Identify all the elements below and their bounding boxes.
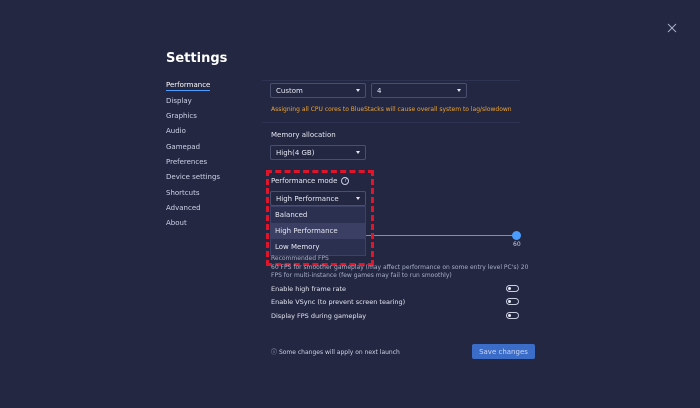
divider [262, 80, 520, 81]
display-fps-toggle[interactable] [506, 312, 519, 319]
high-frame-rate-toggle[interactable] [506, 285, 519, 292]
toggle-label-vsync: Enable VSync (to prevent screen tearing) [271, 298, 406, 306]
fps-description: 60 FPS for smoother gameplay (may affect… [271, 264, 529, 279]
cpu-cores-select[interactable]: 4 [371, 83, 467, 98]
sidebar-item-about[interactable]: About [166, 219, 187, 227]
divider [262, 122, 520, 123]
memory-label: Memory allocation [271, 131, 336, 139]
cpu-warning: Assigning all CPU cores to BlueStacks wi… [271, 106, 512, 113]
memory-value: High(4 GB) [276, 148, 315, 157]
close-button[interactable] [664, 20, 680, 36]
close-icon [667, 23, 677, 33]
recommended-fps-label: Recommended FPS [271, 255, 329, 262]
sidebar-item-preferences[interactable]: Preferences [166, 158, 207, 166]
toggle-knob [508, 300, 511, 303]
toggle-knob [508, 287, 511, 290]
fps-value: 60 [513, 241, 521, 248]
highlight-box [266, 170, 374, 266]
info-text: Some changes will apply on next launch [278, 349, 400, 356]
memory-select[interactable]: High(4 GB) [270, 145, 366, 160]
info-icon: ⓘ [271, 349, 278, 356]
fps-slider-track[interactable] [366, 235, 516, 236]
sidebar-item-display[interactable]: Display [166, 97, 192, 105]
sidebar-item-performance[interactable]: Performance [166, 81, 211, 91]
cpu-cores-value: 4 [377, 86, 382, 95]
sidebar-item-gamepad[interactable]: Gamepad [166, 143, 200, 151]
sidebar-item-graphics[interactable]: Graphics [166, 112, 197, 120]
chevron-down-icon [356, 151, 360, 154]
sidebar-item-device-settings[interactable]: Device settings [166, 173, 220, 181]
toggle-knob [508, 314, 511, 317]
info-note: ⓘ Some changes will apply on next launch [271, 347, 400, 356]
cpu-preset-value: Custom [276, 86, 303, 95]
vsync-toggle[interactable] [506, 298, 519, 305]
chevron-down-icon [457, 89, 461, 92]
save-changes-button[interactable]: Save changes [472, 344, 535, 359]
toggle-label-display-fps: Display FPS during gameplay [271, 312, 367, 320]
chevron-down-icon [356, 89, 360, 92]
cpu-preset-select[interactable]: Custom [270, 83, 366, 98]
fps-slider-thumb[interactable] [512, 231, 521, 240]
sidebar-item-advanced[interactable]: Advanced [166, 204, 201, 212]
sidebar-item-audio[interactable]: Audio [166, 127, 186, 135]
toggle-label-high-frame-rate: Enable high frame rate [271, 285, 346, 293]
page-title: Settings [166, 51, 228, 66]
sidebar-item-shortcuts[interactable]: Shortcuts [166, 189, 199, 197]
